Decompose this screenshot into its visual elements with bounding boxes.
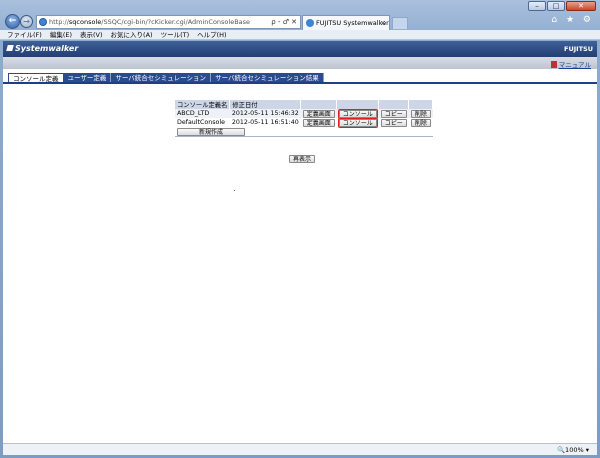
delete-button[interactable]: 削除 (410, 118, 431, 127)
menu-tools[interactable]: ツール(T) (161, 30, 190, 39)
definition-screen-button[interactable]: 定義画面 (302, 109, 335, 118)
console-button[interactable]: コンソール (337, 117, 378, 128)
back-button[interactable]: ← (5, 14, 20, 29)
console-name: DefaultConsole (177, 119, 226, 126)
address-tools-icons[interactable]: ρ - ♂ ✕ (271, 16, 297, 28)
definition-screen-button[interactable]: 定義画面 (302, 118, 335, 127)
tab-server-integration-simulation-result[interactable]: サーバ統合セシミュレーション結果 (211, 73, 324, 82)
home-favorites-tools-icons[interactable]: ⌂ ★ ⚙ (551, 15, 594, 25)
function-tabs: コンソール定義 ユーザー定義 サーバ統合セシミュレーション サーバ統合セシミュレ… (3, 73, 597, 84)
tab-server-integration-simulation[interactable]: サーバ統合セシミュレーション (111, 73, 212, 82)
address-path: /SSQC/cgi-bin/?cKicker.cgi/AdminConsoleB… (101, 18, 251, 26)
create-new-button[interactable]: 新規作成 (177, 128, 245, 136)
manual-link[interactable]: マニュアル (550, 59, 591, 69)
modified-date: 2012-05-11 15:46:32 (229, 109, 301, 118)
delete-button[interactable]: 削除 (410, 109, 431, 118)
copy-button[interactable]: コピー (380, 109, 407, 118)
tab-close-icon[interactable]: × (380, 16, 386, 30)
create-row: 新規作成 (175, 127, 433, 137)
console-definition-table: コンソール定義名 修正日付 ABCD_LTD 2012-05-11 15:46:… (175, 100, 434, 139)
maximize-button[interactable]: □ (547, 1, 565, 11)
modified-date: 2012-05-11 16:51:40 (231, 119, 299, 126)
book-icon (550, 61, 557, 68)
zoom-control[interactable]: 🔍100% ▾ (557, 446, 589, 454)
menu-edit[interactable]: 編集(E) (50, 30, 72, 39)
window-controls: – □ ✕ (528, 1, 596, 11)
tab-console-definition[interactable]: コンソール定義 (8, 73, 64, 83)
close-window-button[interactable]: ✕ (566, 1, 596, 11)
browser-tab[interactable]: FUJITSU Systemwalker... × (302, 15, 390, 30)
console-button[interactable]: コンソール (337, 108, 378, 119)
fujitsu-logo: FUJITSU (564, 45, 593, 53)
copy-button[interactable]: コピー (380, 118, 407, 127)
stray-dot (234, 190, 235, 191)
refresh-button[interactable]: 再表示 (289, 155, 316, 163)
menu-bar: ファイル(F) 編集(E) 表示(V) お気に入り(A) ツール(T) ヘルプ(… (0, 30, 600, 40)
app-header: Systemwalker FUJITSU (3, 41, 597, 57)
page-viewport: Systemwalker FUJITSU マニュアル コンソール定義 ユーザー定… (3, 41, 597, 443)
address-prefix: http:// (49, 18, 69, 26)
column-header-console-name: コンソール定義名 (175, 100, 231, 109)
table-row: ABCD_LTD 2012-05-11 15:46:32 定義画面 コンソール … (175, 108, 433, 119)
forward-button[interactable]: → (20, 15, 33, 28)
tab-user-definition[interactable]: ユーザー定義 (63, 73, 112, 82)
chevron-down-icon: ▾ (585, 446, 589, 454)
menu-help[interactable]: ヘルプ(H) (197, 30, 226, 39)
minimize-button[interactable]: – (528, 1, 546, 11)
systemwalker-logo: Systemwalker (6, 44, 78, 53)
new-tab-button[interactable] (392, 17, 408, 29)
menu-file[interactable]: ファイル(F) (7, 30, 42, 39)
browser-window: – □ ✕ ← → http://sqconsole/SSQC/cgi-bin/… (0, 0, 600, 458)
column-header-modified-date: 修正日付 (229, 100, 302, 109)
tab-title: FUJITSU Systemwalker... (316, 19, 390, 27)
navigation-row: ← → http://sqconsole/SSQC/cgi-bin/?cKick… (0, 14, 600, 30)
table-row: DefaultConsole 2012-05-11 16:51:40 定義画面 … (175, 117, 433, 128)
ie-page-icon (39, 18, 47, 26)
address-bar[interactable]: http://sqconsole/SSQC/cgi-bin/?cKicker.c… (36, 15, 301, 29)
table-header-row: コンソール定義名 修正日付 (175, 100, 434, 109)
tab-page-icon (306, 19, 314, 27)
address-domain: sqconsole (68, 18, 102, 26)
console-name: ABCD_LTD (175, 109, 230, 118)
status-bar: 🔍100% ▾ (3, 443, 597, 455)
menu-favorites[interactable]: お気に入り(A) (111, 30, 153, 39)
app-subheader: マニュアル (3, 57, 597, 69)
menu-view[interactable]: 表示(V) (80, 30, 103, 39)
